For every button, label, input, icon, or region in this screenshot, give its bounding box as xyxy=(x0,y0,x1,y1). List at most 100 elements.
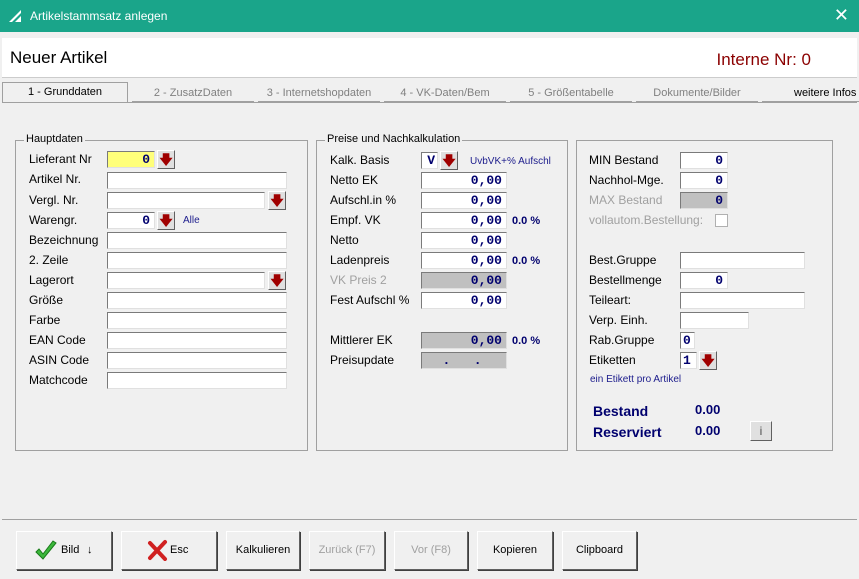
vor-button[interactable]: Vor (F8) xyxy=(394,531,468,570)
kalk-basis-input[interactable]: V xyxy=(421,152,438,169)
warengr-hint: Alle xyxy=(183,215,200,226)
kalkulieren-button[interactable]: Kalkulieren xyxy=(226,531,300,570)
info-button[interactable]: i xyxy=(750,421,772,441)
asin-input[interactable] xyxy=(107,352,287,369)
empf-vk-pct: 0.0 % xyxy=(512,215,541,227)
mittlerer-ek-label: Mittlerer EK xyxy=(330,333,393,347)
kalk-basis-lookup-button[interactable]: 🡇 xyxy=(440,151,458,170)
max-bestand-input: 0 xyxy=(680,192,728,209)
tab-dokumente[interactable]: Dokumente/Bilder xyxy=(636,84,758,102)
vergl-label: Vergl. Nr. xyxy=(29,193,79,207)
bezeichnung-label: Bezeichnung xyxy=(29,233,99,247)
artikel-input[interactable] xyxy=(107,172,287,189)
bottom-divider xyxy=(2,519,857,520)
checkmark-icon xyxy=(35,540,57,560)
esc-label: Esc xyxy=(170,544,189,556)
lieferant-label: Lieferant Nr xyxy=(29,152,92,166)
ladenpreis-input[interactable]: 0,00 xyxy=(421,252,507,269)
ean-input[interactable] xyxy=(107,332,287,349)
empf-vk-input[interactable]: 0,00 xyxy=(421,212,507,229)
internal-number: Interne Nr: 0 xyxy=(716,50,812,69)
clipboard-button[interactable]: Clipboard xyxy=(562,531,637,570)
lagerort-label: Lagerort xyxy=(29,273,74,287)
preisupdate-input: . . xyxy=(421,352,507,369)
window-title: Artikelstammsatz anlegen xyxy=(30,9,168,23)
etikett-hint: ein Etikett pro Artikel xyxy=(590,374,682,385)
ladenpreis-pct: 0.0 % xyxy=(512,255,541,267)
zurueck-button[interactable]: Zurück (F7) xyxy=(309,531,385,570)
vollautom-checkbox[interactable] xyxy=(715,214,728,227)
groesse-label: Größe xyxy=(29,293,64,307)
farbe-label: Farbe xyxy=(29,313,61,327)
arrow-down-icon: ↓ xyxy=(87,544,93,556)
vergl-lookup-button[interactable]: 🡇 xyxy=(268,191,286,210)
netto-ek-input[interactable]: 0,00 xyxy=(421,172,507,189)
title-bar: Artikelstammsatz anlegen ✕ xyxy=(0,0,859,32)
reserviert-value: 0.00 xyxy=(695,423,721,438)
tab-weitere-infos[interactable]: weitere Infos xyxy=(762,84,859,102)
lagerort-lookup-button[interactable]: 🡇 xyxy=(268,271,286,290)
etiketten-input[interactable]: 1 xyxy=(680,352,697,369)
bild-button[interactable]: Bild ↓ xyxy=(16,531,112,570)
reserviert-label: Reserviert xyxy=(593,424,662,440)
min-bestand-label: MIN Bestand xyxy=(589,153,659,167)
matchcode-input[interactable] xyxy=(107,372,287,389)
lieferant-input[interactable]: 0 xyxy=(107,151,155,168)
groesse-input[interactable] xyxy=(107,292,287,309)
warengr-label: Warengr. xyxy=(29,213,78,227)
ladenpreis-label: Ladenpreis xyxy=(330,253,390,267)
vollautom-label: vollautom.Bestellung: xyxy=(589,213,704,227)
aufschl-input[interactable]: 0,00 xyxy=(421,192,507,209)
farbe-input[interactable] xyxy=(107,312,287,329)
close-icon[interactable]: ✕ xyxy=(834,5,849,26)
cross-icon xyxy=(148,540,167,561)
bild-label: Bild xyxy=(61,544,80,556)
kalk-basis-label: Kalk. Basis xyxy=(330,153,390,167)
bestellmenge-input[interactable]: 0 xyxy=(680,272,728,289)
preisupdate-label: Preisupdate xyxy=(330,353,395,367)
app-logo-icon xyxy=(9,10,21,22)
netto-label: Netto xyxy=(330,233,359,247)
page-header: Neuer Artikel Interne Nr: 0 xyxy=(2,38,857,78)
artikel-label: Artikel Nr. xyxy=(29,172,82,186)
fest-aufschl-label: Fest Aufschl % xyxy=(330,293,410,307)
bezeichnung-input[interactable] xyxy=(107,232,287,249)
vk-preis2-input: 0,00 xyxy=(421,272,507,289)
kopieren-button[interactable]: Kopieren xyxy=(477,531,553,570)
esc-button[interactable]: Esc xyxy=(121,531,217,570)
matchcode-label: Matchcode xyxy=(29,373,88,387)
fest-aufschl-input[interactable]: 0,00 xyxy=(421,292,507,309)
mittlerer-ek-input: 0,00 xyxy=(421,332,507,349)
teileart-label: Teileart: xyxy=(589,293,632,307)
verp-einh-label: Verp. Einh. xyxy=(589,313,648,327)
bestgruppe-input[interactable] xyxy=(680,252,805,269)
asin-label: ASIN Code xyxy=(29,353,90,367)
vk-preis2-label: VK Preis 2 xyxy=(330,273,387,287)
teileart-input[interactable] xyxy=(680,292,805,309)
tab-internetshopdaten[interactable]: 3 - Internetshopdaten xyxy=(258,84,380,102)
tab-grunddaten[interactable]: 1 - Grunddaten xyxy=(2,82,128,102)
nachhol-label: Nachhol-Mge. xyxy=(589,173,664,187)
zeile2-input[interactable] xyxy=(107,252,287,269)
tab-zusatzdaten[interactable]: 2 - ZusatzDaten xyxy=(132,84,254,102)
lagerort-input[interactable] xyxy=(107,272,265,289)
page-title: Neuer Artikel xyxy=(10,48,108,67)
nachhol-input[interactable]: 0 xyxy=(680,172,728,189)
netto-input[interactable]: 0,00 xyxy=(421,232,507,249)
bestgruppe-label: Best.Gruppe xyxy=(589,253,657,267)
bestellmenge-label: Bestellmenge xyxy=(589,273,662,287)
etiketten-lookup-button[interactable]: 🡇 xyxy=(699,351,717,370)
warengr-lookup-button[interactable]: 🡇 xyxy=(157,211,175,230)
vergl-input[interactable] xyxy=(107,192,265,209)
bestand-value: 0.00 xyxy=(695,402,721,417)
tab-groessentabelle[interactable]: 5 - Größentabelle xyxy=(510,84,632,102)
rab-gruppe-input[interactable]: 0 xyxy=(680,332,695,349)
max-bestand-label: MAX Bestand xyxy=(589,193,663,207)
lieferant-lookup-button[interactable]: 🡇 xyxy=(157,150,175,169)
min-bestand-input[interactable]: 0 xyxy=(680,152,728,169)
tab-vk-daten[interactable]: 4 - VK-Daten/Bem xyxy=(384,84,506,102)
hauptdaten-title: Hauptdaten xyxy=(24,133,85,145)
mittlerer-ek-pct: 0.0 % xyxy=(512,335,541,347)
warengr-input[interactable]: 0 xyxy=(107,212,155,229)
verp-einh-input[interactable] xyxy=(680,312,749,329)
